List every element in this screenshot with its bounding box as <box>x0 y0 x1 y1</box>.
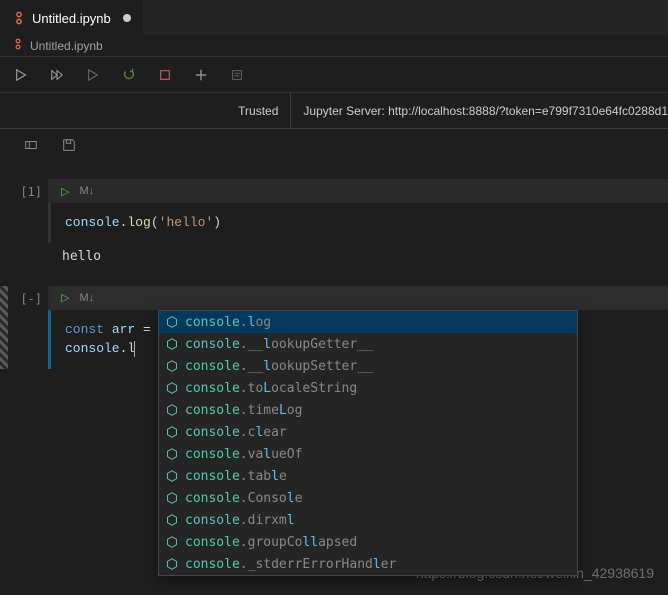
autocomplete-label: console.valueOf <box>185 447 302 462</box>
autocomplete-item[interactable]: console.log <box>159 311 577 333</box>
tab-title: Untitled.ipynb <box>32 11 111 26</box>
cell-type-label[interactable]: M↓ <box>79 292 94 304</box>
jupyter-icon <box>12 11 26 25</box>
variables-button[interactable] <box>22 136 40 154</box>
method-icon <box>165 338 179 350</box>
method-icon <box>165 514 179 526</box>
cell-execution-label: [1] <box>8 179 48 270</box>
autocomplete-popup[interactable]: console.log console.__lookupGetter__conso… <box>158 310 578 576</box>
sub-toolbar <box>0 129 668 161</box>
cell-margin <box>0 179 8 270</box>
tab-untitled[interactable]: Untitled.ipynb <box>0 0 143 35</box>
notebook-toolbar <box>0 57 668 93</box>
autocomplete-item[interactable]: console.toLocaleString <box>159 377 577 399</box>
autocomplete-item[interactable]: console.timeLog <box>159 399 577 421</box>
autocomplete-label: console.log <box>185 315 271 330</box>
method-icon <box>165 536 179 548</box>
cell-toolbar: ▷ M↓ <box>48 286 668 310</box>
interrupt-button[interactable] <box>156 66 174 84</box>
method-icon <box>165 470 179 482</box>
autocomplete-label: console.toLocaleString <box>185 381 357 396</box>
cell-type-label[interactable]: M↓ <box>79 185 94 197</box>
autocomplete-item[interactable]: console.__lookupGetter__ <box>159 333 577 355</box>
run-all-button[interactable] <box>48 66 66 84</box>
breadcrumb: Untitled.ipynb <box>0 35 668 57</box>
autocomplete-label: console.groupCollapsed <box>185 535 357 550</box>
autocomplete-label: console.table <box>185 469 287 484</box>
cell-margin-active <box>0 286 8 369</box>
run-above-button[interactable] <box>84 66 102 84</box>
method-icon <box>165 448 179 460</box>
clear-output-button[interactable] <box>228 66 246 84</box>
autocomplete-label: console.timeLog <box>185 403 302 418</box>
method-icon <box>165 558 179 570</box>
method-icon <box>165 404 179 416</box>
autocomplete-item[interactable]: console.dirxml <box>159 509 577 531</box>
add-cell-button[interactable] <box>192 66 210 84</box>
autocomplete-label: console.dirxml <box>185 513 295 528</box>
status-bar: Trusted Jupyter Server: http://localhost… <box>0 93 668 129</box>
run-cell-icon[interactable]: ▷ <box>61 185 69 198</box>
save-button[interactable] <box>60 136 78 154</box>
method-icon <box>165 426 179 438</box>
autocomplete-item[interactable]: console.groupCollapsed <box>159 531 577 553</box>
code-cell[interactable]: [1] ▷ M↓ console.log('hello') hello <box>0 179 668 270</box>
modified-indicator-icon <box>123 14 131 22</box>
run-cell-icon[interactable]: ▷ <box>61 291 69 304</box>
divider <box>290 93 291 129</box>
jupyter-icon <box>12 38 24 53</box>
autocomplete-label: console.Console <box>185 491 302 506</box>
autocomplete-item[interactable]: console._stderrErrorHandler <box>159 553 577 575</box>
tab-bar: Untitled.ipynb <box>0 0 668 35</box>
cell-execution-label: [-] <box>8 286 48 369</box>
cell-toolbar: ▷ M↓ <box>48 179 668 203</box>
trusted-label[interactable]: Trusted <box>238 104 278 118</box>
autocomplete-item[interactable]: console.__lookupSetter__ <box>159 355 577 377</box>
autocomplete-item[interactable]: console.table <box>159 465 577 487</box>
breadcrumb-file[interactable]: Untitled.ipynb <box>30 39 103 53</box>
restart-button[interactable] <box>120 66 138 84</box>
autocomplete-label: console._stderrErrorHandler <box>185 557 396 572</box>
method-icon <box>165 382 179 394</box>
autocomplete-label: console.__lookupSetter__ <box>185 359 373 374</box>
autocomplete-label: console.clear <box>185 425 287 440</box>
method-icon <box>165 360 179 372</box>
method-icon <box>165 492 179 504</box>
autocomplete-label: console.__lookupGetter__ <box>185 337 373 352</box>
run-cell-button[interactable] <box>12 66 30 84</box>
cell-output: hello <box>48 243 668 270</box>
method-icon <box>165 316 179 328</box>
autocomplete-item[interactable]: console.Console <box>159 487 577 509</box>
code-editor[interactable]: console.log('hello') <box>48 203 668 243</box>
server-url[interactable]: Jupyter Server: http://localhost:8888/?t… <box>303 104 668 118</box>
cursor-icon <box>134 341 135 357</box>
autocomplete-item[interactable]: console.valueOf <box>159 443 577 465</box>
autocomplete-item[interactable]: console.clear <box>159 421 577 443</box>
